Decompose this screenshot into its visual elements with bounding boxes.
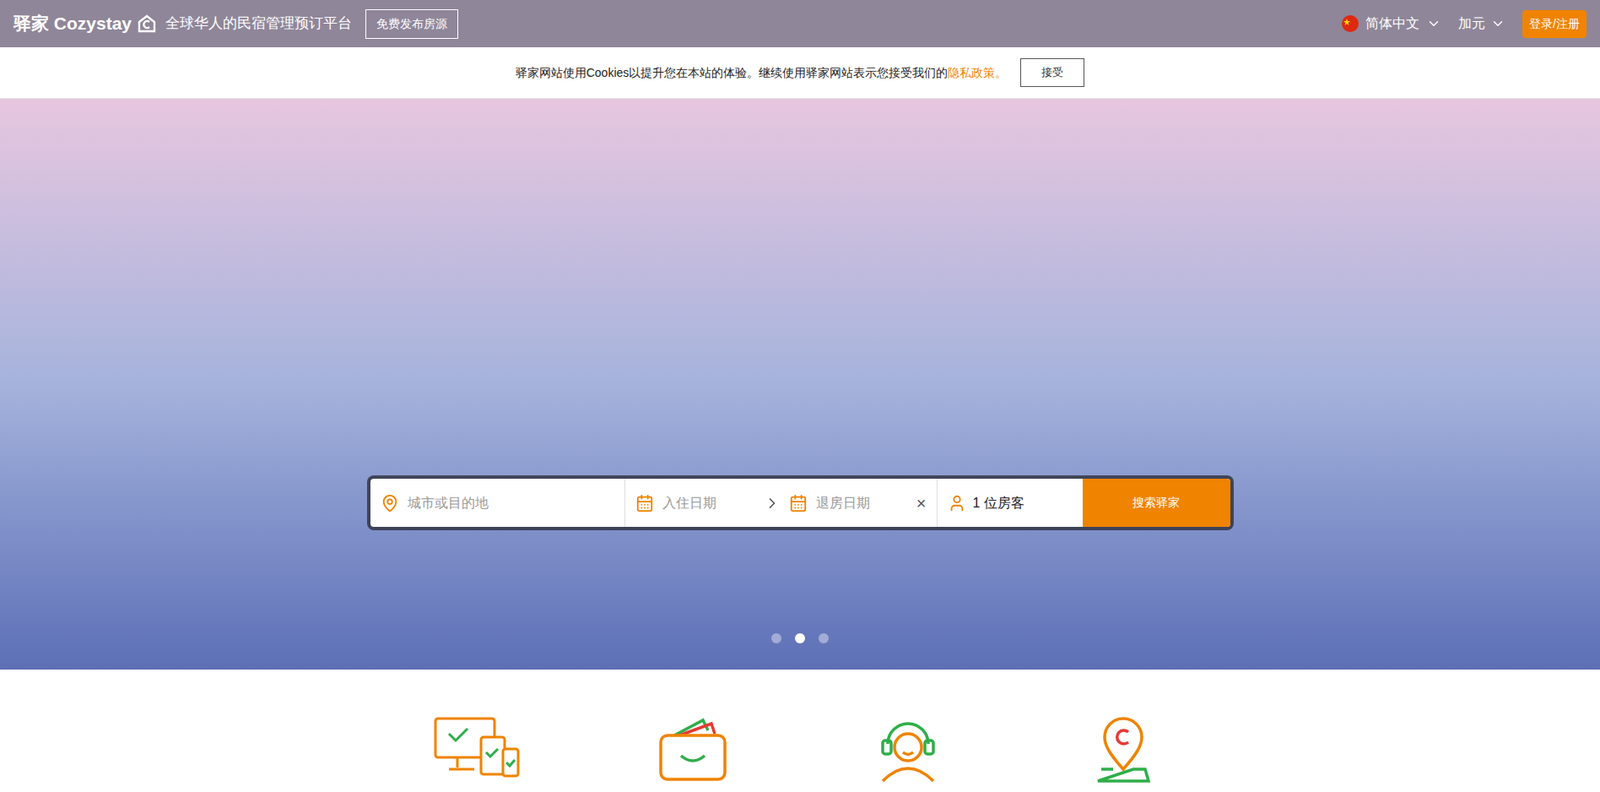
- location-pin-icon: [1092, 714, 1154, 783]
- top-nav: 驿家 Cozystay 全球华人的民宿管理预订平台免费发布房源 简体中文加元登录/注…: [0, 0, 1600, 48]
- chevron-down-icon: [1490, 16, 1506, 32]
- search-button[interactable]: 搜索驿家: [1082, 478, 1231, 527]
- checkin-field[interactable]: 入住日期: [662, 492, 756, 514]
- features: [0, 669, 1600, 792]
- checkout-field[interactable]: 退房日期: [816, 492, 909, 514]
- user-icon: [947, 493, 967, 513]
- carousel-dot[interactable]: [771, 632, 782, 644]
- cookie-bar: 驿家网站使用Cookies以提升您在本站的体验。继续使用驿家网站表示您接受我们的…: [0, 47, 1600, 99]
- search-bar: 城市或目的地 入住日期 退房日期 × 1 位房客搜索驿家: [370, 478, 1231, 527]
- wallet-icon: [655, 714, 730, 783]
- china-flag-icon: [1341, 15, 1359, 33]
- chevron-right-icon: [763, 494, 781, 512]
- carousel-dot[interactable]: [818, 632, 829, 644]
- page: 驿家 Cozystay 全球华人的民宿管理预订平台免费发布房源 简体中文加元登录/注…: [0, 0, 1600, 792]
- carousel-dot[interactable]: [794, 632, 806, 644]
- privacy-link[interactable]: 隐私政策。: [947, 64, 1007, 82]
- carousel-dots: [771, 632, 829, 644]
- login-button[interactable]: 登录/注册: [1522, 10, 1587, 38]
- logo[interactable]: 驿家 Cozystay: [13, 10, 157, 38]
- support-agent-icon: [877, 714, 939, 783]
- publish-button[interactable]: 免费发布房源: [365, 9, 459, 39]
- calendar-icon: [635, 493, 655, 513]
- calendar-icon: [789, 493, 808, 513]
- hero-banner: 城市或目的地 入住日期 退房日期 × 1 位房客搜索驿家: [0, 98, 1600, 670]
- map-pin-icon: [380, 493, 400, 513]
- accept-button[interactable]: 接受: [1020, 58, 1085, 87]
- chevron-down-icon: [1426, 16, 1442, 32]
- language-selector[interactable]: 简体中文: [1341, 13, 1442, 34]
- destination-field[interactable]: 城市或目的地: [370, 478, 626, 527]
- clear-dates-button[interactable]: ×: [916, 490, 927, 516]
- devices-icon: [433, 714, 522, 779]
- tagline: 全球华人的民宿管理预订平台: [165, 12, 352, 35]
- guests-field[interactable]: 1 位房客: [937, 478, 1083, 527]
- date-field[interactable]: 入住日期 退房日期 ×: [625, 478, 938, 527]
- currency-selector[interactable]: 加元: [1458, 13, 1506, 34]
- logo-house-icon: [136, 13, 157, 34]
